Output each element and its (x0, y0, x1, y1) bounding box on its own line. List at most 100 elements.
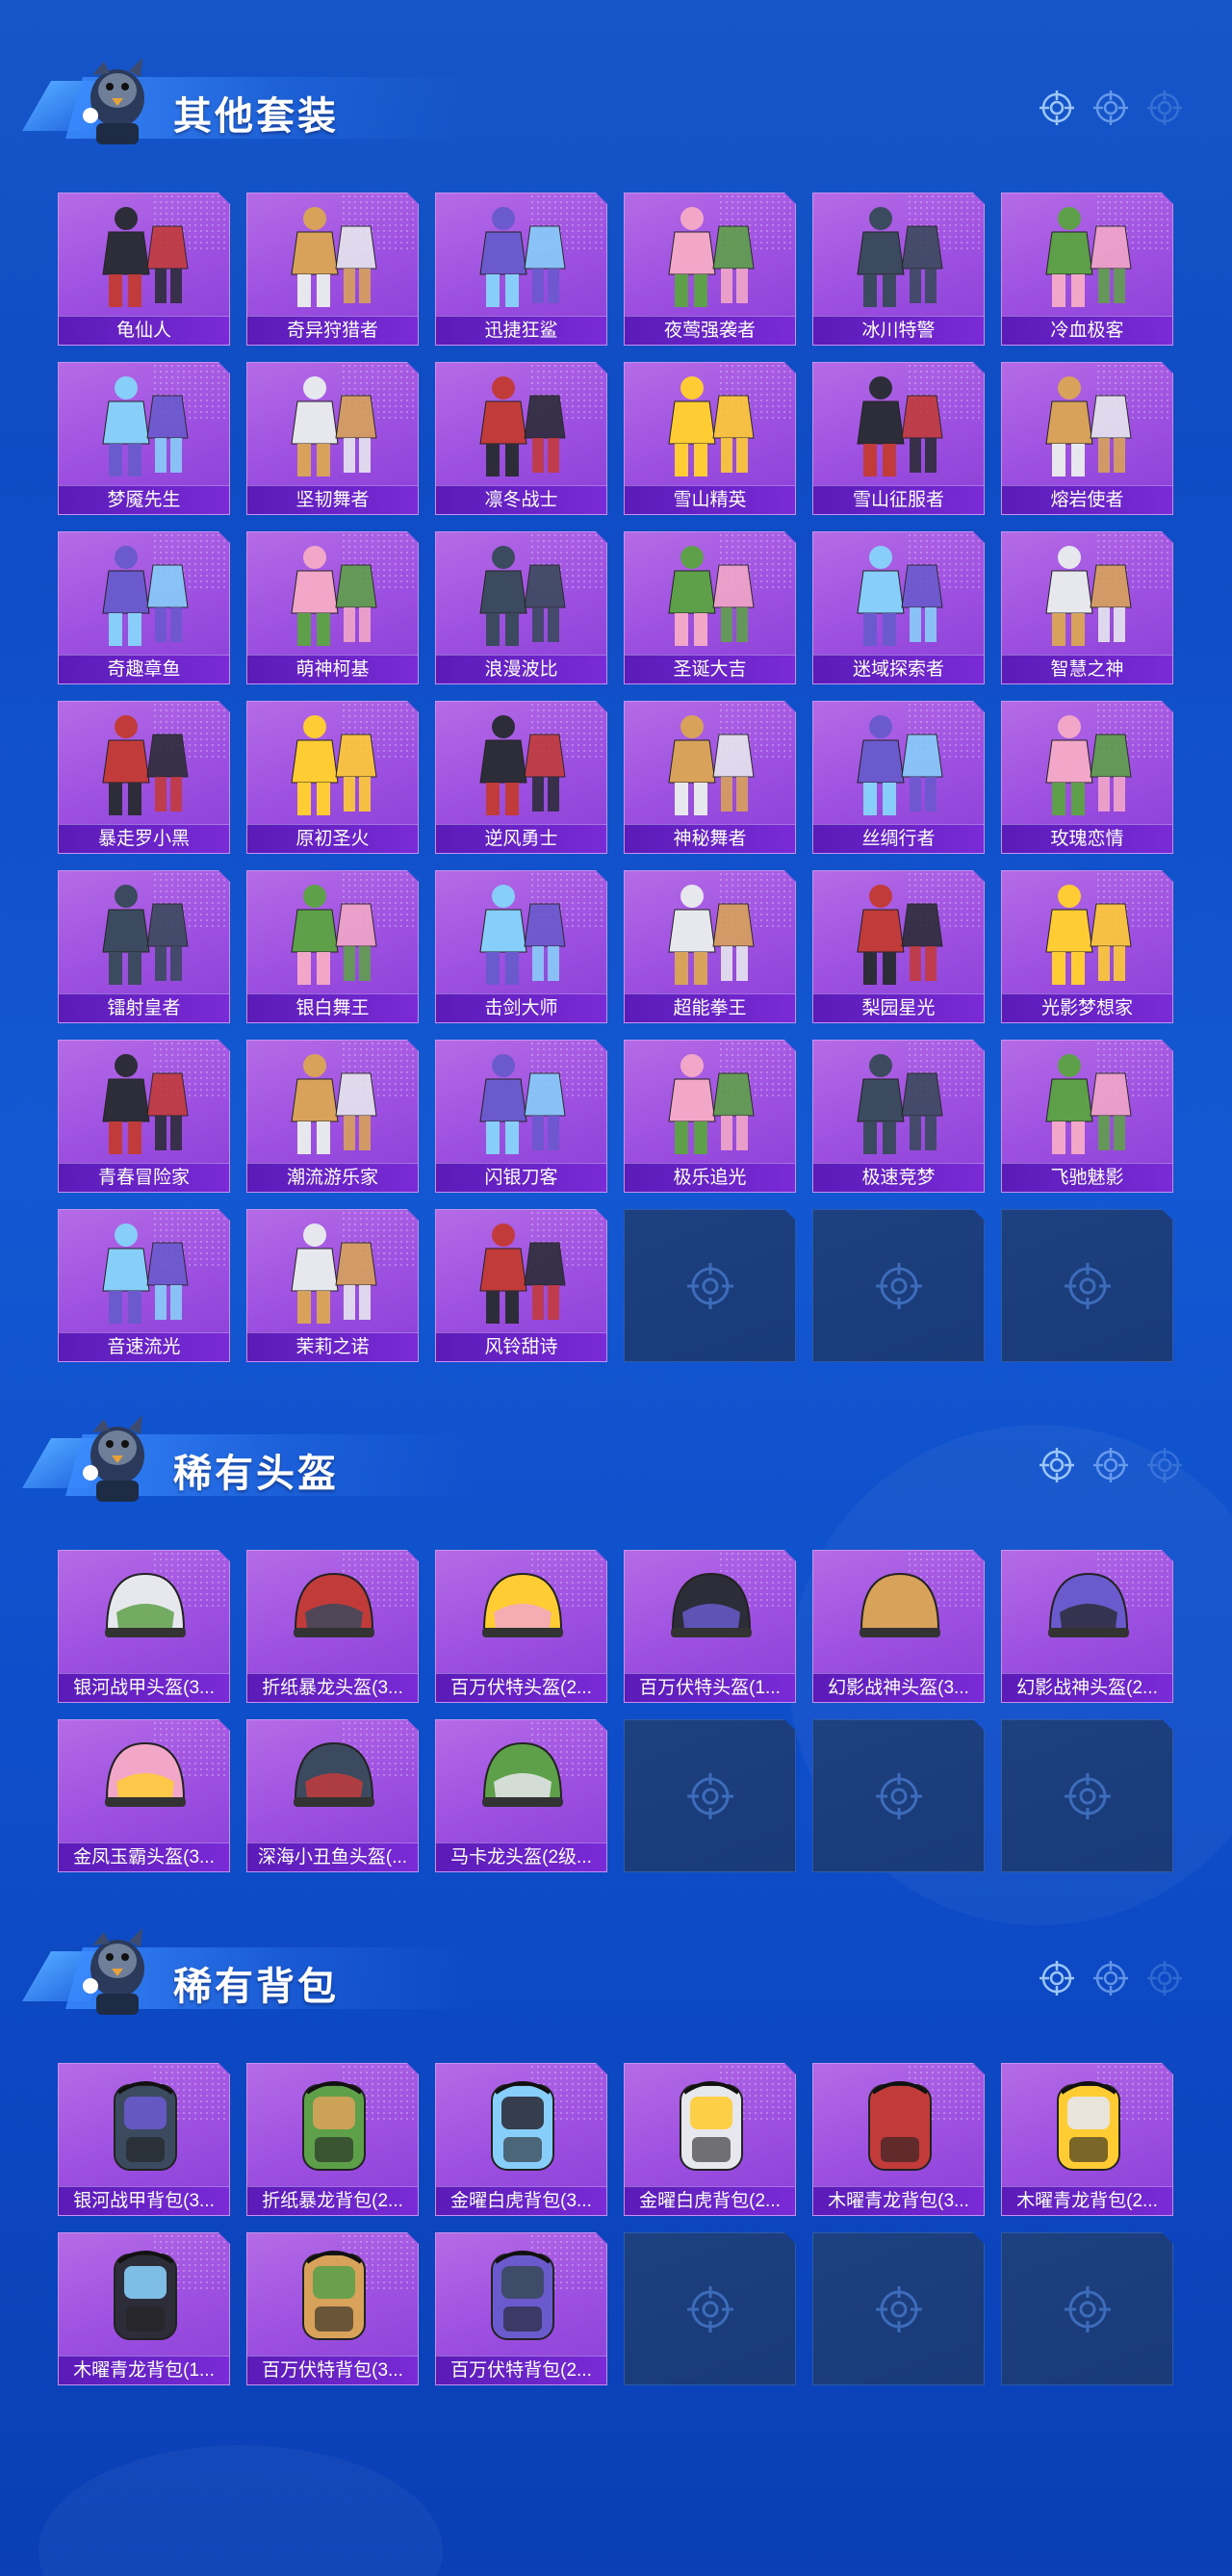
item-card[interactable]: 马卡龙头盔(2级... (435, 1719, 607, 1872)
crosshair-target-icon (1093, 1961, 1128, 1996)
item-card[interactable]: 金凤玉霸头盔(3... (58, 1719, 230, 1872)
item-card[interactable]: 雪山征服者 (812, 362, 985, 515)
outfit-image (436, 875, 607, 992)
outfit-image (247, 706, 419, 823)
empty-slot (812, 1209, 985, 1362)
item-label: 奇异狩猎者 (247, 316, 418, 345)
section-header: 稀有头盔 (21, 1405, 1213, 1511)
item-card[interactable]: 幻影战神头盔(2... (1001, 1550, 1173, 1703)
background-decoration (38, 2445, 443, 2576)
item-card[interactable]: 奇异狩猎者 (246, 193, 419, 346)
item-label: 深海小丑鱼头盔(... (247, 1842, 418, 1871)
item-grid: 银河战甲头盔(3... 折纸暴龙头盔(3... 百万伏特头盔(2... 百万伏特头盔(… (58, 1550, 1173, 1872)
section-header: 其他套装 (21, 48, 1213, 154)
item-label: 智慧之神 (1002, 655, 1172, 683)
outfit-image (59, 1044, 230, 1162)
item-card[interactable]: 百万伏特头盔(1... (624, 1550, 796, 1703)
item-card[interactable]: 圣诞大吉 (624, 531, 796, 684)
outfit-image (59, 197, 230, 315)
item-card[interactable]: 梨园星光 (812, 870, 985, 1023)
item-card[interactable]: 玫瑰恋情 (1001, 701, 1173, 854)
item-card[interactable]: 折纸暴龙背包(2... (246, 2063, 419, 2216)
item-card[interactable]: 暴走罗小黑 (58, 701, 230, 854)
outfit-image (625, 367, 796, 484)
outfit-image (436, 197, 607, 315)
item-label: 暴走罗小黑 (59, 824, 229, 853)
item-card[interactable]: 金曜白虎背包(2... (624, 2063, 796, 2216)
item-card[interactable]: 风铃甜诗 (435, 1209, 607, 1362)
item-card[interactable]: 梦魇先生 (58, 362, 230, 515)
item-card[interactable]: 奇趣章鱼 (58, 531, 230, 684)
backpack-image (1002, 2068, 1173, 2185)
item-card[interactable]: 熔岩使者 (1001, 362, 1173, 515)
item-label: 极速竞梦 (813, 1163, 984, 1192)
item-label: 潮流游乐家 (247, 1163, 418, 1192)
item-card[interactable]: 深海小丑鱼头盔(... (246, 1719, 419, 1872)
item-card[interactable]: 原初圣火 (246, 701, 419, 854)
item-card[interactable]: 百万伏特头盔(2... (435, 1550, 607, 1703)
item-card[interactable]: 潮流游乐家 (246, 1040, 419, 1193)
item-card[interactable]: 银河战甲头盔(3... (58, 1550, 230, 1703)
item-card[interactable]: 百万伏特背包(2... (435, 2232, 607, 2385)
item-label: 凛冬战士 (436, 485, 606, 514)
item-card[interactable]: 丝绸行者 (812, 701, 985, 854)
item-card[interactable]: 超能拳王 (624, 870, 796, 1023)
outfit-image (59, 367, 230, 484)
item-card[interactable]: 击剑大师 (435, 870, 607, 1023)
item-card[interactable]: 迅捷狂鲨 (435, 193, 607, 346)
item-card[interactable]: 银河战甲背包(3... (58, 2063, 230, 2216)
item-card[interactable]: 木曜青龙背包(2... (1001, 2063, 1173, 2216)
chicken-mascot-icon (83, 1415, 144, 1502)
item-label: 极乐追光 (625, 1163, 795, 1192)
item-card[interactable]: 夜莺强袭者 (624, 193, 796, 346)
item-label: 迅捷狂鲨 (436, 316, 606, 345)
outfit-image (247, 197, 419, 315)
item-card[interactable]: 冷血极客 (1001, 193, 1173, 346)
item-card[interactable]: 折纸暴龙头盔(3... (246, 1550, 419, 1703)
helmet-image (247, 1555, 419, 1672)
item-card[interactable]: 雪山精英 (624, 362, 796, 515)
outfit-image (436, 706, 607, 823)
item-label: 木曜青龙背包(2... (1002, 2186, 1172, 2215)
item-label: 坚韧舞者 (247, 485, 418, 514)
item-card[interactable]: 金曜白虎背包(3... (435, 2063, 607, 2216)
item-card[interactable]: 幻影战神头盔(3... (812, 1550, 985, 1703)
item-card[interactable]: 冰川特警 (812, 193, 985, 346)
outfit-image (247, 1044, 419, 1162)
item-card[interactable]: 神秘舞者 (624, 701, 796, 854)
item-card[interactable]: 飞驰魅影 (1001, 1040, 1173, 1193)
item-card[interactable]: 龟仙人 (58, 193, 230, 346)
item-label: 夜莺强袭者 (625, 316, 795, 345)
item-card[interactable]: 迷域探索者 (812, 531, 985, 684)
item-label: 百万伏特头盔(2... (436, 1673, 606, 1702)
item-card[interactable]: 坚韧舞者 (246, 362, 419, 515)
backpack-image (436, 2237, 607, 2355)
item-label: 逆风勇士 (436, 824, 606, 853)
outfit-image (625, 536, 796, 654)
backpack-image (247, 2068, 419, 2185)
item-card[interactable]: 百万伏特背包(3... (246, 2232, 419, 2385)
outfit-image (436, 536, 607, 654)
item-card[interactable]: 闪银刀客 (435, 1040, 607, 1193)
item-card[interactable]: 极速竞梦 (812, 1040, 985, 1193)
item-card[interactable]: 茉莉之诺 (246, 1209, 419, 1362)
item-card[interactable]: 木曜青龙背包(1... (58, 2232, 230, 2385)
item-card[interactable]: 凛冬战士 (435, 362, 607, 515)
outfit-image (1002, 1044, 1173, 1162)
item-card[interactable]: 青春冒险家 (58, 1040, 230, 1193)
item-label: 丝绸行者 (813, 824, 984, 853)
item-card[interactable]: 镭射皇者 (58, 870, 230, 1023)
item-card[interactable]: 木曜青龙背包(3... (812, 2063, 985, 2216)
item-label: 折纸暴龙背包(2... (247, 2186, 418, 2215)
item-card[interactable]: 浪漫波比 (435, 531, 607, 684)
item-card[interactable]: 智慧之神 (1001, 531, 1173, 684)
item-card[interactable]: 光影梦想家 (1001, 870, 1173, 1023)
item-label: 梨园星光 (813, 993, 984, 1022)
item-card[interactable]: 音速流光 (58, 1209, 230, 1362)
item-card[interactable]: 银白舞王 (246, 870, 419, 1023)
item-card[interactable]: 极乐追光 (624, 1040, 796, 1193)
item-label: 金曜白虎背包(2... (625, 2186, 795, 2215)
item-label: 雪山征服者 (813, 485, 984, 514)
item-card[interactable]: 萌神柯基 (246, 531, 419, 684)
item-card[interactable]: 逆风勇士 (435, 701, 607, 854)
